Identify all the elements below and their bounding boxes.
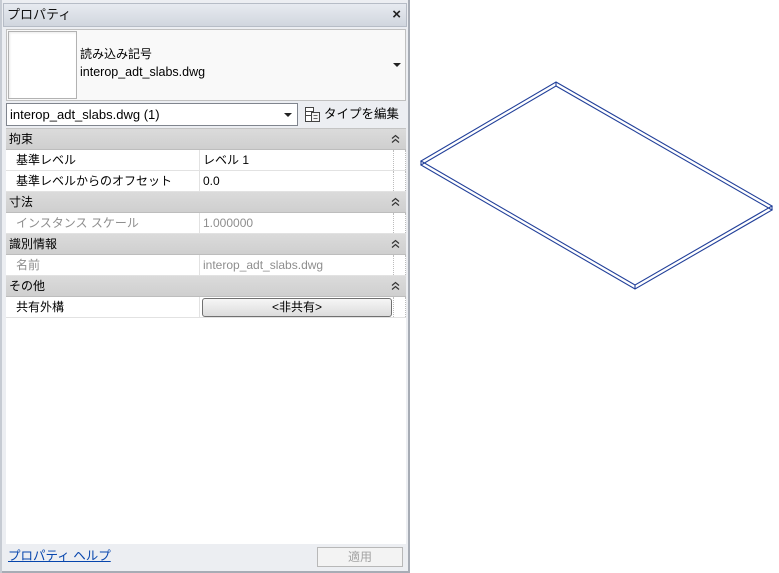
property-grid: 拘束 基準レベル レベル 1 基準レベルからのオフセット 0.0 寸法 インスタ…: [6, 128, 406, 544]
property-row-base-offset: 基準レベルからのオフセット 0.0: [6, 171, 406, 192]
property-row-spacer: [393, 297, 406, 317]
category-other[interactable]: その他: [6, 276, 406, 297]
property-row-spacer: [393, 171, 406, 191]
shared-site-button[interactable]: <非共有>: [202, 298, 392, 317]
drawing-view[interactable]: [411, 0, 779, 573]
chevron-down-icon[interactable]: [393, 63, 401, 67]
property-value: interop_adt_slabs.dwg: [199, 255, 393, 275]
property-row-spacer: [393, 255, 406, 275]
property-value[interactable]: 0.0: [199, 171, 393, 191]
category-name: 寸法: [9, 195, 34, 209]
edit-type-button[interactable]: タイプを編集: [302, 103, 405, 126]
instance-filter-dropdown[interactable]: interop_adt_slabs.dwg (1): [6, 103, 298, 126]
property-value: 1.000000: [199, 213, 393, 233]
category-identity-data[interactable]: 識別情報: [6, 234, 406, 255]
category-name: その他: [9, 279, 46, 293]
palette-title: プロパティ: [7, 7, 72, 22]
type-selector[interactable]: 読み込み記号 interop_adt_slabs.dwg: [6, 29, 406, 101]
property-row-spacer: [393, 213, 406, 233]
category-dimensions[interactable]: 寸法: [6, 192, 406, 213]
properties-help-link[interactable]: プロパティ ヘルプ: [8, 547, 111, 565]
property-row-base-level: 基準レベル レベル 1: [6, 150, 406, 171]
property-label: 基準レベル: [16, 153, 77, 167]
type-family-name: 読み込み記号: [80, 47, 153, 61]
property-row-shared-site: 共有外構 <非共有>: [6, 297, 406, 318]
slab-bottom-face: [419, 85, 774, 290]
property-value-cell: <非共有>: [199, 297, 393, 317]
chevron-down-icon[interactable]: [284, 113, 292, 117]
property-label: 基準レベルからのオフセット: [16, 174, 173, 188]
palette-title-bar[interactable]: プロパティ ×: [3, 3, 407, 27]
category-constraints[interactable]: 拘束: [6, 129, 406, 150]
edit-type-label: タイプを編集: [324, 107, 400, 121]
collapse-icon[interactable]: [391, 281, 400, 291]
slab-top-face: [419, 81, 774, 286]
category-name: 拘束: [9, 132, 34, 146]
palette-footer: プロパティ ヘルプ 適用: [3, 544, 407, 571]
instance-filter-value: interop_adt_slabs.dwg (1): [10, 107, 160, 122]
property-row-spacer: [393, 150, 406, 170]
property-row-instance-scale: インスタンス スケール 1.000000: [6, 213, 406, 234]
collapse-icon[interactable]: [391, 134, 400, 144]
property-row-name: 名前 interop_adt_slabs.dwg: [6, 255, 406, 276]
close-icon[interactable]: ×: [392, 4, 401, 25]
slab-outline[interactable]: [419, 81, 774, 290]
properties-palette: プロパティ × 読み込み記号 interop_adt_slabs.dwg int…: [0, 0, 410, 573]
category-name: 識別情報: [9, 237, 58, 251]
property-value[interactable]: レベル 1: [199, 150, 393, 170]
view-canvas: [419, 81, 774, 290]
type-preview-thumbnail: [8, 31, 77, 99]
collapse-icon[interactable]: [391, 197, 400, 207]
property-label: 名前: [16, 258, 41, 272]
apply-button[interactable]: 適用: [317, 547, 403, 567]
collapse-icon[interactable]: [391, 239, 400, 249]
type-name: interop_adt_slabs.dwg: [80, 65, 206, 79]
property-label: 共有外構: [16, 300, 65, 314]
edit-type-icon: [305, 107, 320, 122]
property-label: インスタンス スケール: [16, 216, 139, 230]
